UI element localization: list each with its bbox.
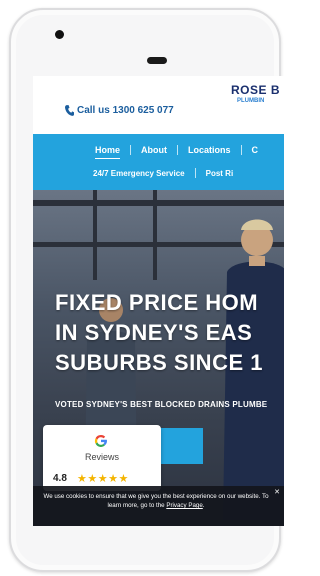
nav-item-home[interactable]: Home [85, 145, 130, 159]
main-navigation: Home About Locations C 24/7 Emergency Se… [33, 134, 284, 190]
phone-frame: Call us 1300 625 077 ROSE B PLUMBIN Home… [9, 8, 284, 572]
hero-beam [93, 190, 97, 280]
cookie-banner: We use cookies to ensure that we give yo… [33, 486, 284, 526]
nav-item-emergency[interactable]: 24/7 Emergency Service [83, 169, 195, 178]
nav-row-secondary: 24/7 Emergency Service Post Ri [33, 166, 284, 180]
hero-headline: FIXED PRICE HOM IN SYDNEY'S EAS SUBURBS … [55, 288, 284, 378]
logo-wordmark: ROSE B [231, 83, 281, 97]
headline-line: FIXED PRICE HOM [55, 290, 259, 315]
nav-item-contact[interactable]: C [242, 145, 269, 155]
logo-subtext: PLUMBIN [237, 98, 265, 104]
google-icon [94, 434, 107, 447]
cookie-text: We use cookies to ensure that we give yo… [43, 493, 269, 509]
close-icon[interactable]: ✕ [274, 488, 280, 496]
front-camera [55, 30, 64, 39]
nav-row-primary: Home About Locations C [33, 143, 284, 159]
cookie-message: We use cookies to ensure that we give yo… [37, 492, 275, 510]
headline-line: IN SYDNEY'S EAS [55, 320, 253, 345]
nav-item-post[interactable]: Post Ri [196, 169, 244, 178]
call-link[interactable]: Call us 1300 625 077 [65, 103, 174, 117]
phone-icon [65, 104, 74, 116]
earpiece-speaker [147, 57, 167, 64]
nav-item-locations[interactable]: Locations [178, 145, 241, 155]
hero-section: FIXED PRICE HOM IN SYDNEY'S EAS SUBURBS … [33, 190, 284, 526]
hero-beam [153, 190, 157, 280]
nav-item-about[interactable]: About [131, 145, 177, 155]
site-logo[interactable]: ROSE B PLUMBIN [231, 83, 284, 119]
reviews-rating: 4.8 [53, 473, 67, 484]
cookie-text-end: . [202, 502, 205, 509]
google-reviews-badge[interactable]: Reviews 4.8 ★★★★★ [43, 425, 161, 491]
browser-viewport: Call us 1300 625 077 ROSE B PLUMBIN Home… [33, 76, 284, 526]
reviews-label: Reviews [84, 452, 119, 462]
headline-line: SUBURBS SINCE 1 [55, 350, 263, 375]
privacy-page-link[interactable]: Privacy Page [166, 502, 202, 509]
call-text: Call us 1300 625 077 [77, 104, 174, 116]
hero-subline: VOTED SYDNEY'S BEST BLOCKED DRAINS PLUMB… [55, 400, 268, 409]
star-rating-icons: ★★★★★ [77, 473, 129, 485]
site-header: Call us 1300 625 077 ROSE B PLUMBIN [33, 76, 284, 134]
